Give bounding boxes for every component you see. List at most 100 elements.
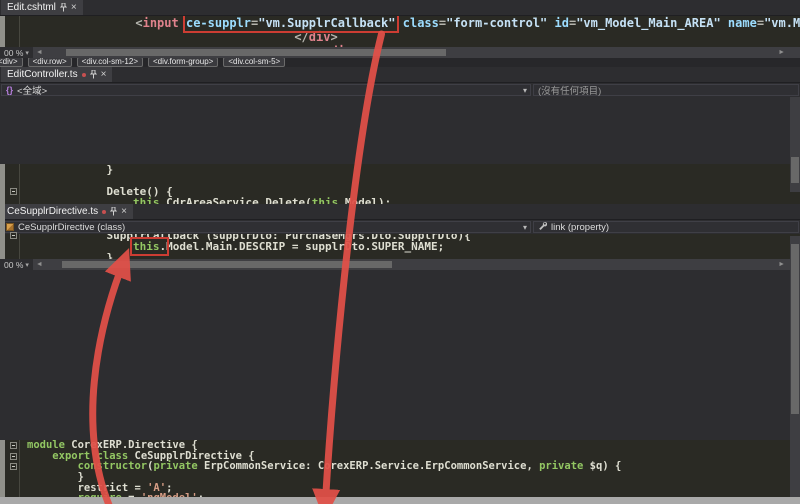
horizontal-scrollbar[interactable]: 00 % ▾ ◄ ► — [0, 47, 800, 58]
fold-toggle[interactable] — [10, 452, 17, 460]
scope-dropdown-value: <全域> — [17, 86, 48, 97]
code-token: > — [330, 30, 338, 44]
code-token: "vm_Model_Main_AREA" — [576, 16, 721, 30]
code-editor-cshtml[interactable]: <input ce-supplr="vm.SupplrCallback" cla… — [0, 16, 800, 47]
tab-label: CeSupplrDirective.ts — [7, 206, 99, 217]
code-token: . — [159, 240, 167, 253]
member-dropdown-value: (沒有任何項目) — [538, 86, 602, 97]
gutter — [0, 186, 27, 195]
breadcrumb-chip[interactable]: <div.col-sm-12> — [76, 57, 143, 67]
tab-cesupplrdirective-ts[interactable]: CeSupplrDirective.ts × — [1, 204, 133, 219]
dropdown-caret-icon: ▾ — [522, 222, 527, 232]
tab-label: EditController.ts — [7, 69, 78, 80]
fold-toggle[interactable] — [10, 463, 17, 471]
member-dropdown[interactable]: (沒有任何項目) — [533, 84, 799, 97]
code-token: } — [27, 164, 114, 176]
scope-dropdown[interactable]: {} <全域> ▾ — [1, 84, 531, 97]
scrollbar-thumb[interactable] — [791, 244, 799, 414]
editor-pane-middle: EditController.ts × {} <全域> ▾ (沒有任何項目) }… — [0, 67, 800, 270]
gutter — [0, 461, 27, 471]
code-text: </div> — [27, 30, 338, 44]
fold-toggle[interactable] — [10, 232, 17, 239]
code-line: } — [0, 164, 800, 175]
wrench-icon — [538, 221, 548, 233]
scroll-left-icon[interactable]: ◄ — [33, 261, 46, 268]
close-icon[interactable]: × — [71, 2, 77, 13]
breadcrumb-chip[interactable]: <div.row> — [27, 57, 72, 67]
navigation-bar: {} <全域> ▾ (沒有任何項目) — [0, 83, 800, 97]
window-bottom-edge — [0, 497, 800, 504]
gutter-line — [19, 16, 20, 47]
code-token: private — [153, 460, 198, 473]
scroll-right-icon[interactable]: ► — [775, 261, 788, 268]
fold-toggle[interactable] — [10, 442, 17, 449]
code-token: constructor — [77, 460, 148, 473]
code-token: $q) { — [583, 460, 622, 473]
tab-strip-middle: EditController.ts × — [0, 67, 800, 83]
scrollbar-thumb[interactable] — [66, 49, 446, 56]
pin-icon[interactable] — [89, 70, 97, 79]
breadcrumb-chip[interactable]: <div.form-group> — [148, 57, 219, 67]
code-text: } — [27, 164, 113, 175]
code-token: this — [132, 240, 160, 253]
member-dropdown[interactable]: link (property) — [533, 221, 799, 233]
zoom-control[interactable]: 00 % ▾ — [0, 259, 33, 270]
dropdown-caret-icon: ▾ — [522, 85, 527, 95]
tab-strip-top: Edit.cshtml × — [0, 0, 800, 16]
editor-pane-bottom: CeSupplrDirective.ts × CeSupplrDirective… — [0, 204, 800, 504]
code-token: private — [539, 460, 584, 473]
type-dropdown-value: CeSupplrDirective (class) — [18, 221, 126, 233]
tab-edit-cshtml[interactable]: Edit.cshtml × — [1, 0, 83, 15]
scroll-left-icon[interactable]: ◄ — [33, 49, 46, 56]
code-token: </ — [294, 30, 309, 44]
vertical-scrollbar[interactable] — [790, 236, 800, 497]
breadcrumb-chip[interactable]: <div> — [0, 57, 23, 67]
annotation-box: ce-supplr="vm.SupplrCallback" — [182, 16, 399, 33]
close-icon[interactable]: × — [121, 206, 127, 217]
scrollbar-thumb[interactable] — [791, 157, 799, 183]
tab-strip-bottom: CeSupplrDirective.ts × — [0, 204, 800, 220]
zoom-control[interactable]: 00 % ▾ — [0, 47, 33, 58]
scroll-right-icon[interactable]: ► — [775, 49, 788, 56]
breadcrumb-chip[interactable]: <div.col-sm-5> — [223, 57, 286, 67]
fold-toggle[interactable] — [10, 188, 17, 195]
code-token: id — [554, 16, 569, 30]
gutter — [0, 451, 27, 460]
code-text: <input ce-supplr="vm.SupplrCallback" cla… — [27, 16, 800, 33]
tab-editcontroller-ts[interactable]: EditController.ts × — [1, 67, 113, 82]
pin-icon[interactable] — [59, 3, 67, 12]
annotation-box: this. — [129, 237, 170, 256]
tab-label: Edit.cshtml — [7, 2, 56, 13]
code-token: ce-supplr — [185, 16, 251, 30]
zoom-level: 00 % — [4, 259, 24, 270]
code-token: ErpCommonService: CorexERP.Service.ErpCo… — [197, 460, 540, 473]
scope-icon: {} — [6, 85, 14, 95]
vertical-scrollbar[interactable] — [790, 97, 800, 192]
close-icon[interactable]: × — [101, 69, 107, 80]
modified-dot — [102, 209, 107, 214]
type-dropdown[interactable]: CeSupplrDirective (class) ▾ — [1, 221, 531, 233]
code-editor-directive[interactable]: module CorexERP.Directive { export class… — [0, 440, 800, 504]
code-token: name — [727, 16, 757, 30]
code-token: div — [308, 30, 331, 44]
code-token: input — [142, 16, 179, 30]
navigation-bar: CeSupplrDirective (class) ▾ link (proper… — [0, 220, 800, 234]
horizontal-scrollbar[interactable]: 00 % ▾ ◄ ► — [0, 259, 800, 270]
dropdown-caret-icon: ▾ — [25, 49, 29, 57]
pin-icon[interactable] — [110, 207, 118, 216]
code-token: "form-control" — [446, 16, 548, 30]
code-token: < — [135, 16, 143, 30]
tag-breadcrumbs: <div> <div.row> <div.col-sm-12> <div.form-g… — [0, 57, 800, 67]
dropdown-caret-icon: ▾ — [25, 261, 29, 269]
modified-dot — [81, 72, 86, 77]
code-token: "vm.Model.Main.AREA" — [764, 16, 800, 30]
code-text: constructor(private ErpCommonService: Co… — [27, 460, 622, 473]
gutter-line — [19, 440, 20, 504]
scrollbar-thumb[interactable] — [62, 261, 392, 268]
editor-pane-top: Edit.cshtml × <input ce-supplr="vm.Suppl… — [0, 0, 800, 67]
member-dropdown-value: link (property) — [551, 221, 610, 233]
code-token: = — [756, 16, 765, 30]
